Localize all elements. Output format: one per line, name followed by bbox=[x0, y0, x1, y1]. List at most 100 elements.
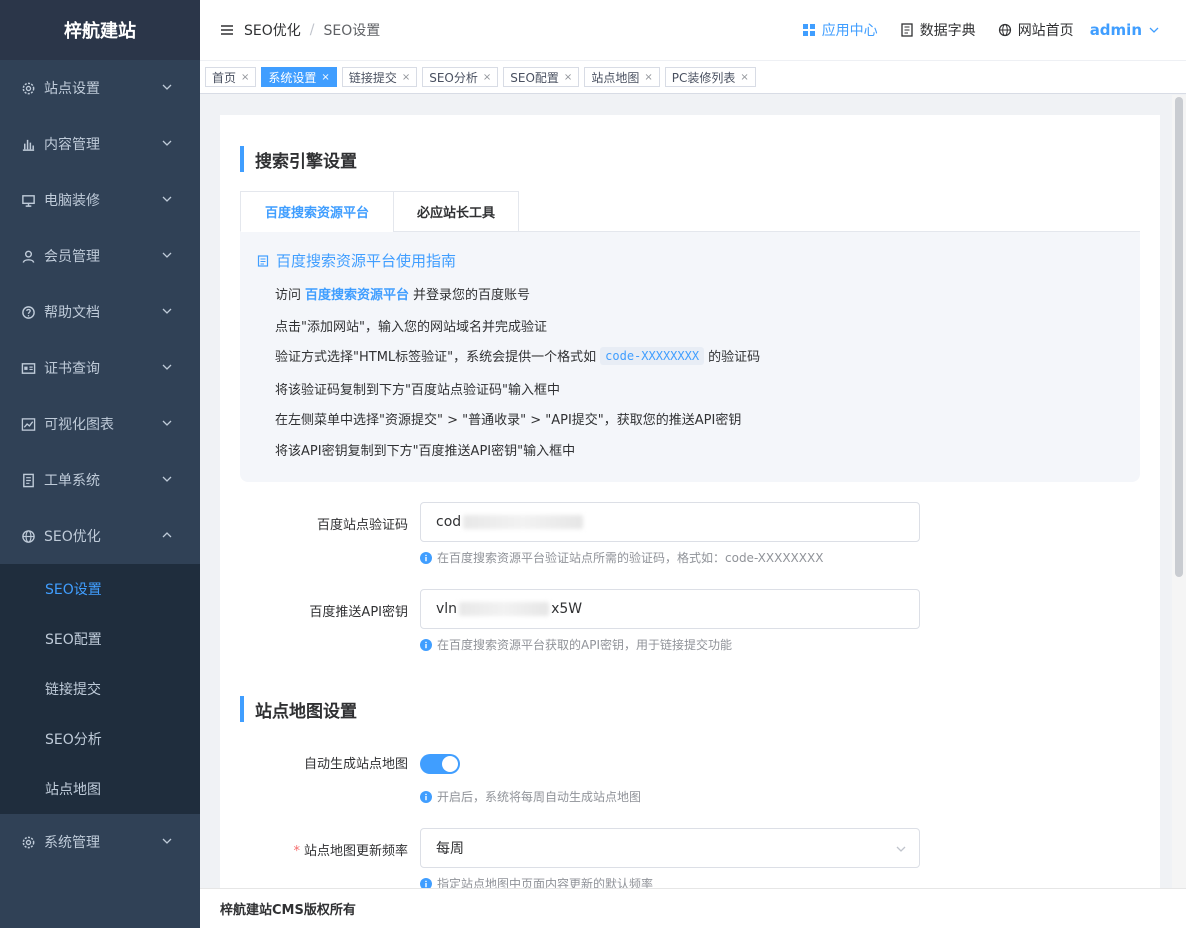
close-icon[interactable]: × bbox=[483, 72, 491, 83]
app-center-link[interactable]: 应用中心 bbox=[802, 20, 878, 40]
tag-label: 系统设置 bbox=[268, 70, 317, 85]
tab-baidu[interactable]: 百度搜索资源平台 bbox=[240, 191, 394, 232]
globe-icon bbox=[998, 23, 1011, 37]
verify-code-value: cod bbox=[436, 514, 462, 530]
sidebar-item-help[interactable]: 帮助文档 bbox=[0, 284, 200, 340]
guide-title-text: 百度搜索资源平台使用指南 bbox=[276, 252, 457, 270]
close-icon[interactable]: × bbox=[740, 72, 748, 83]
user-menu[interactable]: admin bbox=[1090, 21, 1160, 39]
close-icon[interactable]: × bbox=[644, 72, 652, 83]
submenu-item-seo-analysis[interactable]: SEO分析 bbox=[0, 714, 200, 764]
baidu-platform-link[interactable]: 百度搜索资源平台 bbox=[305, 284, 409, 303]
sidebar-item-label: 可视化图表 bbox=[44, 417, 114, 433]
sidebar-item-label: 会员管理 bbox=[44, 249, 100, 265]
breadcrumb-item[interactable]: SEO优化 bbox=[244, 20, 301, 40]
guide-step-4: 将该验证码复制到下方"百度站点验证码"输入框中 bbox=[275, 383, 560, 398]
settings-card: 搜索引擎设置 百度搜索资源平台 必应站长工具 百度搜索资源平台使用指南 访问 百… bbox=[220, 115, 1160, 888]
sidebar-item-pc-decoration[interactable]: 电脑装修 bbox=[0, 172, 200, 228]
selected-value: 每周 bbox=[436, 841, 464, 857]
monitor-icon bbox=[20, 192, 36, 208]
info-icon bbox=[420, 877, 432, 888]
guide-step-3: 验证方式选择"HTML标签验证"，系统会提供一个格式如 code-XXXXXXX… bbox=[275, 346, 760, 365]
api-key-input[interactable]: vln x5W bbox=[420, 589, 920, 629]
tag-system-settings[interactable]: 系统设置 × bbox=[261, 67, 337, 87]
submenu-item-seo-settings[interactable]: SEO设置 bbox=[0, 564, 200, 614]
tag-home[interactable]: 首页 × bbox=[205, 67, 257, 87]
sidebar-item-content[interactable]: 内容管理 bbox=[0, 116, 200, 172]
gear-icon bbox=[20, 834, 36, 850]
submenu-item-link-submit[interactable]: 链接提交 bbox=[0, 664, 200, 714]
guide-step-2: 点击"添加网站"，输入您的网站域名并完成验证 bbox=[275, 320, 547, 335]
line-chart-icon bbox=[20, 416, 36, 432]
hint-text: 在百度搜索资源平台获取的API密钥，用于链接提交功能 bbox=[437, 638, 732, 652]
sidebar-item-tickets[interactable]: 工单系统 bbox=[0, 452, 200, 508]
app-center-label: 应用中心 bbox=[821, 23, 878, 39]
close-icon[interactable]: × bbox=[241, 72, 249, 83]
sidebar-item-system[interactable]: 系统管理 bbox=[0, 814, 200, 870]
tag-sitemap[interactable]: 站点地图 × bbox=[584, 67, 660, 87]
step-text: 并登录您的百度账号 bbox=[413, 288, 531, 303]
main-content: 搜索引擎设置 百度搜索资源平台 必应站长工具 百度搜索资源平台使用指南 访问 百… bbox=[200, 95, 1186, 888]
sidebar-item-label: 证书查询 bbox=[44, 361, 100, 377]
close-icon[interactable]: × bbox=[402, 72, 410, 83]
data-dictionary-link[interactable]: 数据字典 bbox=[900, 20, 976, 40]
info-icon bbox=[420, 551, 432, 564]
tag-link-submit[interactable]: 链接提交 × bbox=[341, 67, 418, 87]
breadcrumb-separator: / bbox=[309, 22, 315, 38]
verify-code-hint: 在百度搜索资源平台验证站点所需的验证码，格式如：code-XXXXXXXX bbox=[420, 549, 823, 566]
tag-seo-analysis[interactable]: SEO分析 × bbox=[422, 67, 499, 87]
baidu-guide-panel: 百度搜索资源平台使用指南 访问 百度搜索资源平台 并登录您的百度账号 点击"添加… bbox=[240, 232, 1140, 482]
sidebar-item-label: 帮助文档 bbox=[44, 305, 100, 321]
header-actions: 应用中心 数据字典 网站首页 admin bbox=[780, 0, 1160, 60]
close-icon[interactable]: × bbox=[321, 72, 329, 83]
site-home-label: 网站首页 bbox=[1017, 23, 1074, 39]
user-icon bbox=[20, 248, 36, 264]
sidebar-item-certificate[interactable]: 证书查询 bbox=[0, 340, 200, 396]
verify-code-input[interactable]: cod bbox=[420, 502, 920, 542]
submenu-item-sitemap[interactable]: 站点地图 bbox=[0, 764, 200, 814]
sidebar: 梓航建站 站点设置 内容管理 电脑装修 会员管理 帮助文档 证书查询 可视化图表… bbox=[0, 0, 200, 928]
id-card-icon bbox=[20, 360, 36, 376]
tab-bing[interactable]: 必应站长工具 bbox=[393, 191, 519, 232]
sitemap-frequency-select[interactable]: 每周 bbox=[420, 828, 920, 868]
chevron-down-icon bbox=[162, 140, 172, 146]
sidebar-item-label: SEO优化 bbox=[44, 529, 101, 545]
app-logo[interactable]: 梓航建站 bbox=[0, 0, 200, 60]
document-icon bbox=[20, 472, 36, 488]
sidebar-item-site-settings[interactable]: 站点设置 bbox=[0, 60, 200, 116]
api-key-hint: 在百度搜索资源平台获取的API密钥，用于链接提交功能 bbox=[420, 636, 732, 653]
sidebar-item-charts[interactable]: 可视化图表 bbox=[0, 396, 200, 452]
chevron-up-icon bbox=[162, 532, 172, 538]
submenu-item-seo-config[interactable]: SEO配置 bbox=[0, 614, 200, 664]
tag-label: SEO配置 bbox=[510, 70, 559, 85]
sitemap-frequency-hint: 指定站点地图中页面内容更新的默认频率 bbox=[420, 875, 653, 888]
scrollbar-thumb[interactable] bbox=[1175, 97, 1183, 577]
step-text: 的验证码 bbox=[708, 350, 761, 365]
chevron-down-icon bbox=[1149, 27, 1159, 33]
guide-step-1: 访问 百度搜索资源平台 并登录您的百度账号 bbox=[275, 284, 530, 303]
breadcrumb-current: SEO设置 bbox=[323, 23, 381, 39]
scrollbar-track[interactable] bbox=[1172, 95, 1186, 888]
chevron-down-icon bbox=[162, 420, 172, 426]
search-engine-tabs: 百度搜索资源平台 必应站长工具 bbox=[240, 191, 1140, 232]
chevron-down-icon bbox=[162, 364, 172, 370]
tag-label: 站点地图 bbox=[591, 70, 640, 85]
tag-label: 链接提交 bbox=[348, 70, 397, 85]
tag-seo-config[interactable]: SEO配置 × bbox=[503, 67, 580, 87]
site-home-link[interactable]: 网站首页 bbox=[998, 20, 1074, 40]
hamburger-icon[interactable] bbox=[220, 23, 234, 37]
sidebar-item-seo[interactable]: SEO优化 bbox=[0, 508, 200, 564]
guide-step-5: 在左侧菜单中选择"资源提交" > "普通收录" > "API提交"，获取您的推送… bbox=[275, 413, 742, 428]
tag-pc-decoration-list[interactable]: PC装修列表 × bbox=[664, 67, 756, 87]
data-dictionary-label: 数据字典 bbox=[919, 23, 976, 39]
info-icon bbox=[420, 638, 432, 651]
sidebar-item-label: 电脑装修 bbox=[44, 193, 100, 209]
verify-code-label: 百度站点验证码 bbox=[316, 518, 408, 533]
auto-sitemap-switch[interactable] bbox=[420, 754, 460, 774]
sidebar-item-label: 工单系统 bbox=[44, 473, 100, 489]
sidebar-item-label: 站点设置 bbox=[44, 81, 100, 97]
chevron-down-icon bbox=[162, 252, 172, 258]
close-icon[interactable]: × bbox=[564, 72, 572, 83]
redacted-value bbox=[459, 602, 550, 616]
sidebar-item-members[interactable]: 会员管理 bbox=[0, 228, 200, 284]
